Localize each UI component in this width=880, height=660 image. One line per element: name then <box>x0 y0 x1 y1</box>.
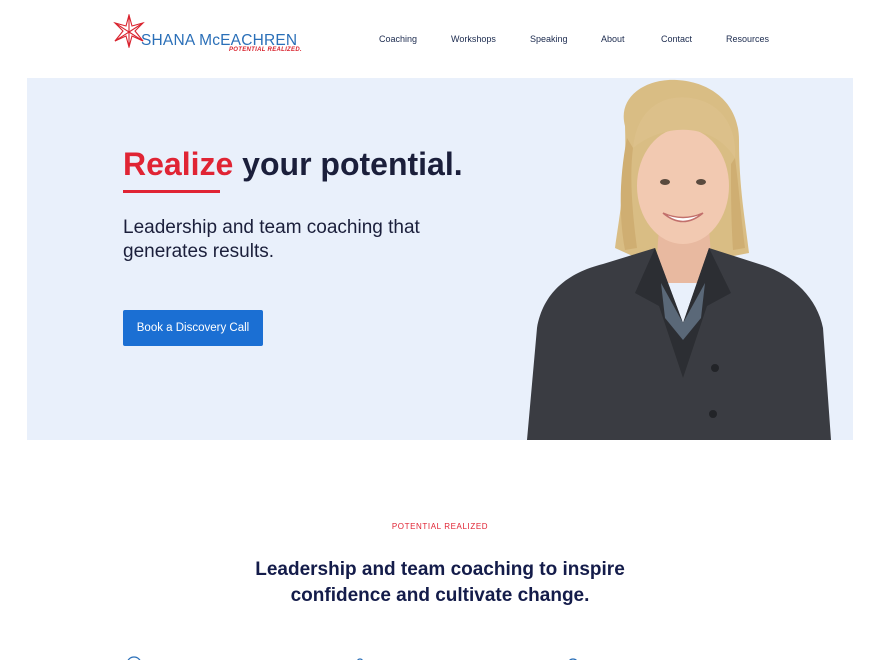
main-nav: Coaching Workshops Speaking About Contac… <box>0 34 880 50</box>
site-header: SHANA McEACHREN POTENTIAL REALIZED. Coac… <box>0 0 880 78</box>
hero-title-underline <box>123 190 220 193</box>
hero-subtitle: Leadership and team coaching that genera… <box>123 217 420 262</box>
section-eyebrow: POTENTIAL REALIZED <box>391 522 489 531</box>
nav-item-about[interactable]: About <box>601 34 625 44</box>
book-discovery-call-button[interactable]: Book a Discovery Call <box>123 310 263 346</box>
pin-icon <box>357 658 363 660</box>
section-headline: Leadership and team coaching to inspire … <box>255 559 625 606</box>
hero-section: Realize your potential. Leadership and t… <box>27 78 853 440</box>
hero-title: Realize your potential. <box>123 146 463 183</box>
nav-item-workshops[interactable]: Workshops <box>451 34 496 44</box>
hero-title-accent: Realize <box>123 146 234 182</box>
nav-item-resources[interactable]: Resources <box>726 34 769 44</box>
hero-title-rest: your potential. <box>233 146 463 182</box>
nav-item-speaking[interactable]: Speaking <box>530 34 568 44</box>
nav-item-contact[interactable]: Contact <box>661 34 692 44</box>
circle-outline-icon <box>569 658 577 660</box>
hero-portrait <box>527 79 831 440</box>
nav-item-coaching[interactable]: Coaching <box>379 34 417 44</box>
circle-icon <box>127 656 141 660</box>
